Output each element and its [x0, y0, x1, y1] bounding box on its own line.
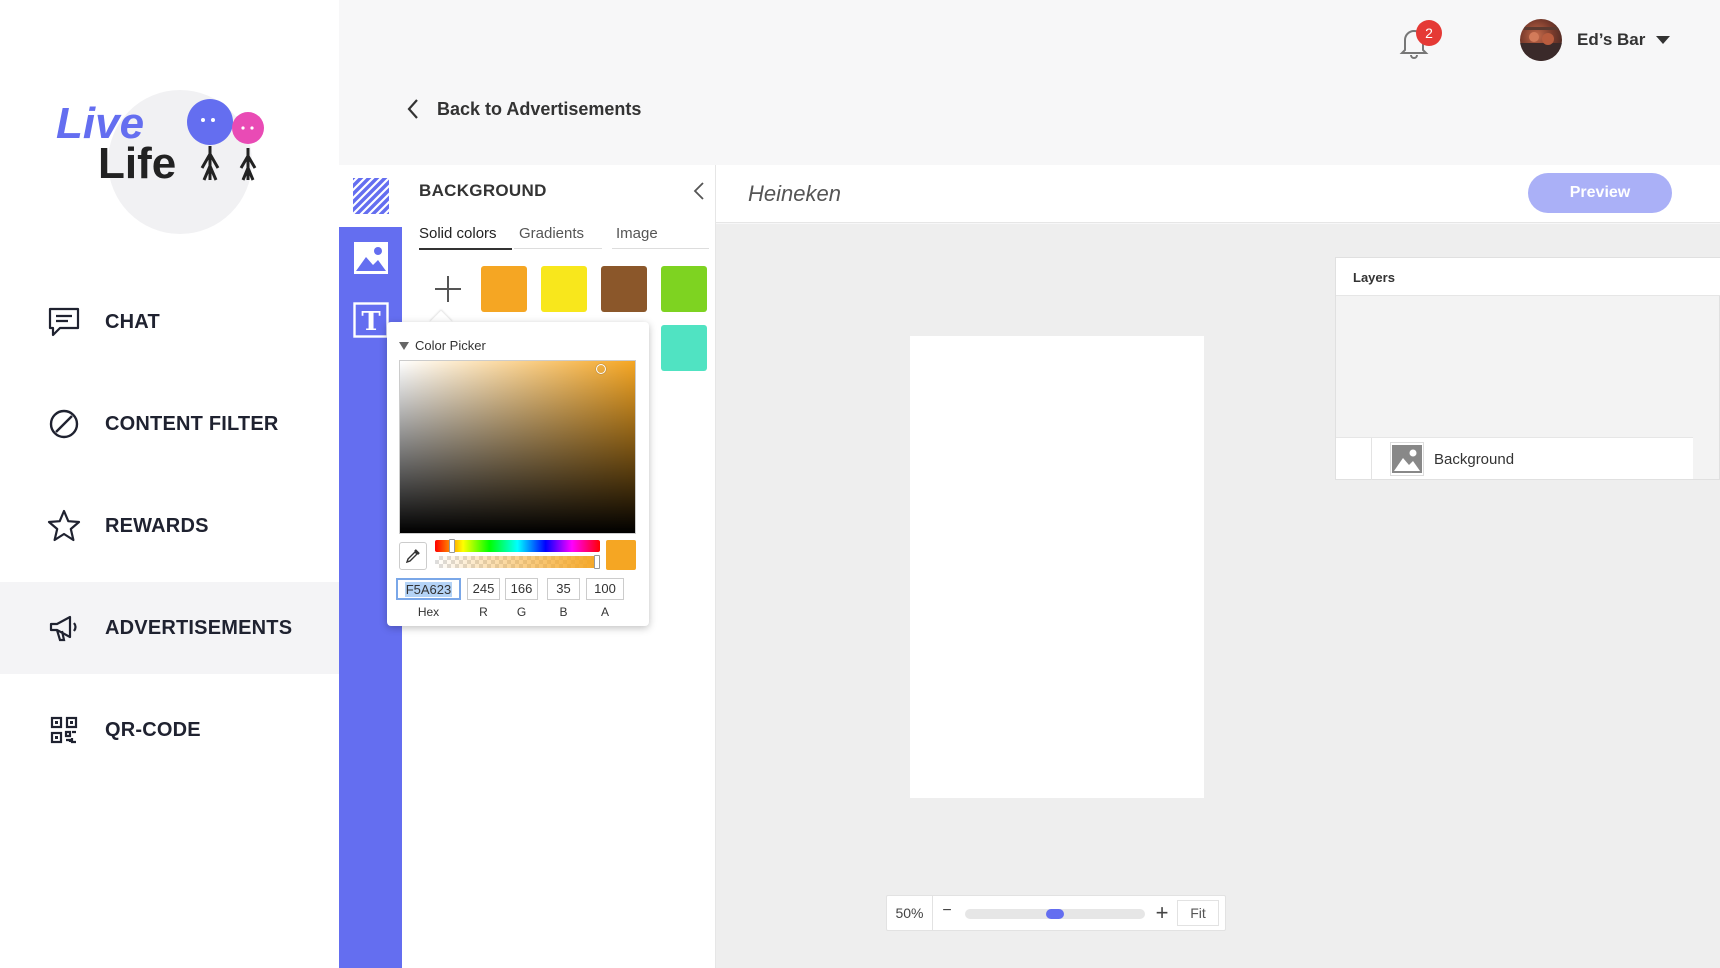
nav-label: QR-CODE	[105, 718, 201, 741]
current-color-preview	[606, 540, 636, 570]
tab-underline	[612, 248, 709, 249]
green-label: G	[516, 605, 527, 619]
zoom-slider-thumb[interactable]	[1046, 909, 1064, 919]
background-pattern-icon	[351, 177, 390, 215]
block-icon	[46, 406, 82, 442]
layer-image-icon	[1390, 442, 1424, 476]
svg-text:T: T	[361, 307, 381, 337]
layer-row[interactable]: Background	[1336, 437, 1693, 480]
alpha-slider[interactable]	[435, 555, 600, 569]
sidebar: Live Life CHAT CONTENT FILTER REWARDS AD…	[0, 0, 339, 968]
panel-title: BACKGROUND	[419, 181, 547, 200]
color-picker-header[interactable]: Color Picker	[399, 338, 486, 353]
layers-header: Layers	[1336, 258, 1720, 296]
plus-icon	[435, 276, 461, 302]
green-input[interactable]: 166	[505, 578, 538, 600]
saturation-handle[interactable]	[596, 364, 606, 374]
user-name[interactable]: Ed’s Bar	[1577, 30, 1645, 50]
nav-label: CONTENT FILTER	[105, 412, 279, 435]
nav-item-chat[interactable]: CHAT	[0, 276, 339, 368]
layers-panel: Layers Background	[1335, 257, 1720, 480]
hue-slider[interactable]	[435, 539, 600, 553]
color-swatch[interactable]	[661, 325, 707, 371]
notification-badge: 2	[1416, 20, 1442, 46]
caret-down-icon[interactable]	[1656, 36, 1670, 44]
alpha-slider-thumb[interactable]	[594, 555, 600, 569]
color-picker-popover: Color Picker F5A623 245 166 35 100 Hex R…	[387, 322, 649, 626]
star-icon	[46, 508, 82, 544]
tab-underline	[514, 248, 602, 249]
preview-button[interactable]: Preview	[1528, 173, 1672, 213]
document-title[interactable]: Heineken	[748, 181, 841, 207]
color-swatch[interactable]	[481, 266, 527, 312]
add-color-button[interactable]	[425, 266, 471, 312]
red-label: R	[479, 605, 488, 619]
nav-item-advertisements[interactable]: ADVERTISEMENTS	[0, 582, 339, 674]
text-icon: T	[352, 302, 389, 338]
nav-item-rewards[interactable]: REWARDS	[0, 480, 339, 572]
color-swatch[interactable]	[541, 266, 587, 312]
editor-header: Heineken Preview	[716, 165, 1720, 223]
zoom-slider[interactable]	[965, 909, 1145, 919]
blue-input[interactable]: 35	[547, 578, 580, 600]
collapse-panel-icon[interactable]	[692, 181, 706, 201]
nav-item-qr-code[interactable]: QR-CODE	[0, 684, 339, 776]
back-link-label: Back to Advertisements	[437, 98, 642, 119]
hex-value: F5A623	[404, 582, 453, 597]
alpha-label: A	[600, 605, 609, 619]
qr-code-icon	[46, 712, 82, 748]
layers-title: Layers	[1353, 270, 1395, 285]
tool-background[interactable]	[339, 165, 402, 227]
chevron-left-icon	[407, 99, 418, 119]
image-icon	[353, 242, 388, 274]
zoom-percent[interactable]: 50%	[887, 896, 933, 930]
zoom-out-button[interactable]: −	[937, 902, 957, 924]
alpha-input[interactable]: 100	[586, 578, 624, 600]
zoom-in-button[interactable]: +	[1151, 900, 1173, 926]
tab-active-underline	[419, 248, 512, 250]
nav-label: ADVERTISEMENTS	[105, 616, 293, 639]
eyedropper-button[interactable]	[399, 542, 427, 570]
blue-label: B	[559, 605, 568, 619]
tool-image[interactable]	[339, 227, 402, 289]
eyedropper-icon	[405, 549, 420, 564]
color-swatch[interactable]	[661, 266, 707, 312]
nav-item-content-filter[interactable]: CONTENT FILTER	[0, 378, 339, 470]
logo-line-life: Life	[98, 139, 176, 188]
color-swatch[interactable]	[601, 266, 647, 312]
live-life-logo[interactable]: Live Life	[50, 70, 290, 240]
nav-label: CHAT	[105, 310, 160, 333]
zoom-control: 50% − + Fit	[886, 895, 1226, 931]
avatar[interactable]	[1520, 19, 1562, 61]
back-to-advertisements-link[interactable]: Back to Advertisements	[405, 98, 641, 120]
megaphone-icon	[46, 610, 82, 646]
color-picker-title: Color Picker	[415, 338, 486, 353]
layer-divider	[1371, 438, 1372, 480]
nav-label: REWARDS	[105, 514, 209, 537]
chat-icon	[46, 304, 82, 340]
zoom-fit-button[interactable]: Fit	[1177, 900, 1219, 926]
hex-input[interactable]: F5A623	[396, 578, 461, 600]
hue-slider-thumb[interactable]	[448, 539, 455, 553]
hex-label: Hex	[417, 605, 440, 619]
triangle-down-icon	[399, 341, 409, 350]
red-input[interactable]: 245	[467, 578, 500, 600]
saturation-area[interactable]	[399, 360, 636, 534]
artboard[interactable]	[910, 336, 1204, 798]
layer-name: Background	[1434, 451, 1515, 468]
